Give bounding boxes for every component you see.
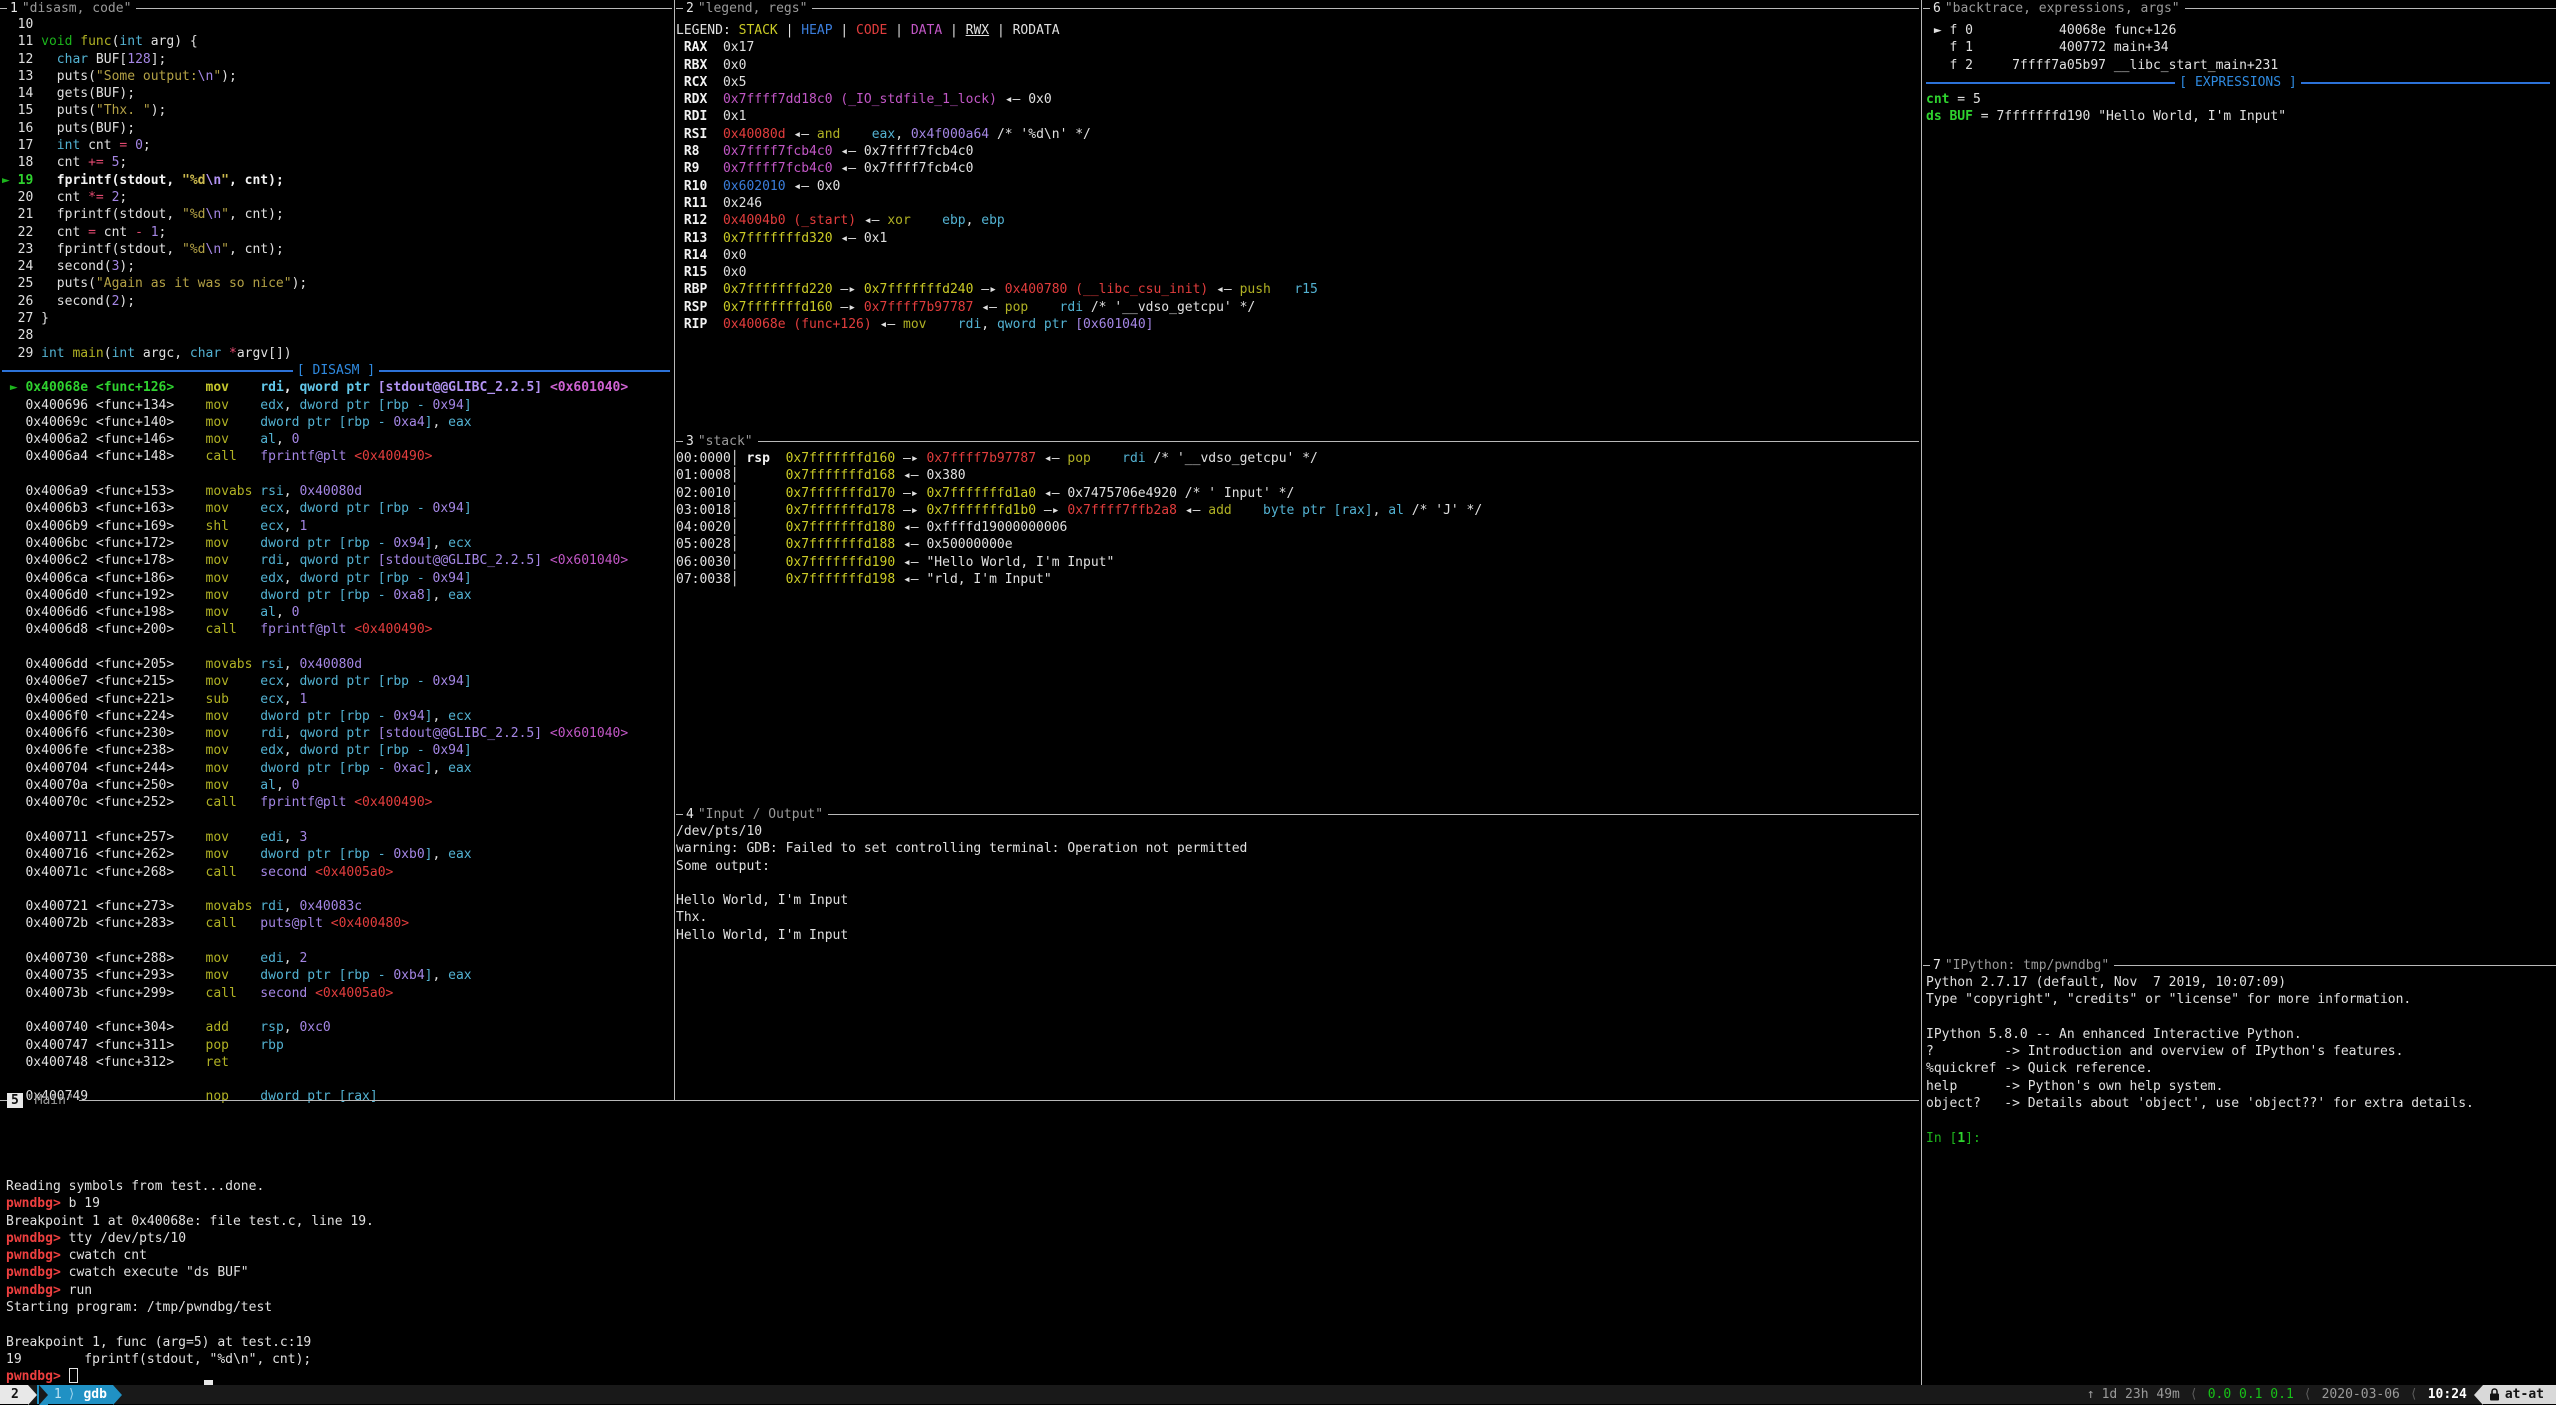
powerline-notch-icon bbox=[39, 1385, 48, 1405]
tmux-terminal-screen: 1"disasm, code" 10 11 void func(int arg)… bbox=[0, 0, 2556, 1404]
pane-header-disasm-code: 1"disasm, code" bbox=[0, 0, 672, 17]
header-line bbox=[828, 814, 1919, 815]
pane-header-io: 4"Input / Output" bbox=[676, 806, 1919, 823]
ipython-text: Python 2.7.17 (default, Nov 7 2019, 10:0… bbox=[1926, 974, 2550, 1147]
pane-header-ipython: 7"IPython: tmp/pwndbg" bbox=[1923, 957, 2556, 974]
pane-header-main: 5"Main" bbox=[0, 1092, 1919, 1109]
angle-separator-icon: ⟨ bbox=[2407, 1387, 2421, 1402]
pane-number: 3 bbox=[683, 434, 698, 449]
pane-number-active: 5 bbox=[7, 1093, 23, 1108]
status-left: 2 1⟩gdb bbox=[0, 1385, 122, 1404]
window-name: gdb bbox=[83, 1387, 106, 1402]
io-text: /dev/pts/10warning: GDB: Failed to set c… bbox=[676, 823, 1919, 944]
pane-title: "Main" bbox=[23, 1093, 79, 1108]
tmux-session-badge[interactable]: 2 bbox=[0, 1385, 28, 1404]
uptime-icon: ↑ bbox=[2080, 1387, 2102, 1402]
angle-separator-icon: ⟨ bbox=[2301, 1387, 2315, 1402]
pane-number: 4 bbox=[683, 807, 698, 822]
lock-icon bbox=[2489, 1388, 2500, 1401]
tmux-status-bar: 2 1⟩gdb ↑1d 23h 49m ⟨ 0.0 0.1 0.1 ⟨ 2020… bbox=[0, 1385, 2556, 1404]
angle-separator-icon: ⟨ bbox=[2187, 1387, 2201, 1402]
load-average: 0.0 0.1 0.1 bbox=[2201, 1387, 2301, 1402]
header-line bbox=[2114, 965, 2556, 966]
pane-header-registers: 2"legend, regs" bbox=[676, 0, 1919, 17]
uptime-value: 1d 23h 49m bbox=[2102, 1387, 2187, 1402]
powerline-arrow-icon bbox=[113, 1385, 122, 1405]
pane-title: "IPython: tmp/pwndbg" bbox=[1945, 958, 2114, 973]
backtrace-text: ► f 0 40068e func+126 f 1 400772 main+34… bbox=[1926, 22, 2550, 126]
pane-number: 7 bbox=[1930, 958, 1945, 973]
pane-number: 1 bbox=[7, 1, 22, 16]
powerline-arrow-icon bbox=[28, 1385, 37, 1405]
disasm-code-text: 10 11 void func(int arg) { 12 char BUF[1… bbox=[2, 16, 670, 1106]
header-dash bbox=[676, 441, 683, 442]
registers-text: LEGEND: STACK | HEAP | CODE | DATA | RWX… bbox=[676, 22, 1919, 333]
pane-divider-vertical-right[interactable] bbox=[1921, 0, 1922, 1386]
pane-header-stack: 3"stack" bbox=[676, 433, 1919, 450]
header-dash bbox=[0, 1100, 7, 1101]
powerline-arrow-left-icon bbox=[2474, 1385, 2483, 1405]
window-separator: ⟩ bbox=[68, 1387, 84, 1402]
pane-header-backtrace: 6"backtrace, expressions, args" bbox=[1923, 0, 2556, 17]
pane-title: "legend, regs" bbox=[698, 1, 813, 16]
pane-title: "stack" bbox=[698, 434, 758, 449]
hostname-badge: at-at bbox=[2483, 1385, 2556, 1404]
stack-text: 00:0000│ rsp 0x7fffffffd160 —▸ 0x7ffff7b… bbox=[676, 450, 1919, 588]
pane-number: 2 bbox=[683, 1, 698, 16]
header-line bbox=[136, 8, 672, 9]
gdb-console-text: Reading symbols from test...done.pwndbg>… bbox=[6, 1178, 1916, 1386]
header-line bbox=[79, 1100, 1919, 1101]
status-right: ↑1d 23h 49m ⟨ 0.0 0.1 0.1 ⟨ 2020-03-06 ⟨… bbox=[2080, 1385, 2556, 1404]
window-index: 1 bbox=[48, 1387, 68, 1402]
header-dash bbox=[676, 8, 683, 9]
header-line bbox=[812, 8, 1919, 9]
header-dash bbox=[0, 8, 7, 9]
hostname-text: at-at bbox=[2505, 1387, 2544, 1402]
pane-title: "Input / Output" bbox=[698, 807, 828, 822]
status-date: 2020-03-06 bbox=[2315, 1387, 2407, 1402]
header-line bbox=[2185, 8, 2556, 9]
status-time: 10:24 bbox=[2421, 1387, 2474, 1402]
tmux-window-tab-gdb[interactable]: 1⟩gdb bbox=[37, 1385, 113, 1404]
pane-number: 6 bbox=[1930, 1, 1945, 16]
pane-title: "disasm, code" bbox=[22, 1, 137, 16]
header-dash bbox=[676, 814, 683, 815]
pane-divider-vertical-left[interactable] bbox=[674, 0, 675, 1100]
header-line bbox=[758, 441, 1919, 442]
header-dash bbox=[1923, 965, 1930, 966]
pane-title: "backtrace, expressions, args" bbox=[1945, 1, 2185, 16]
header-dash bbox=[1923, 8, 1930, 9]
